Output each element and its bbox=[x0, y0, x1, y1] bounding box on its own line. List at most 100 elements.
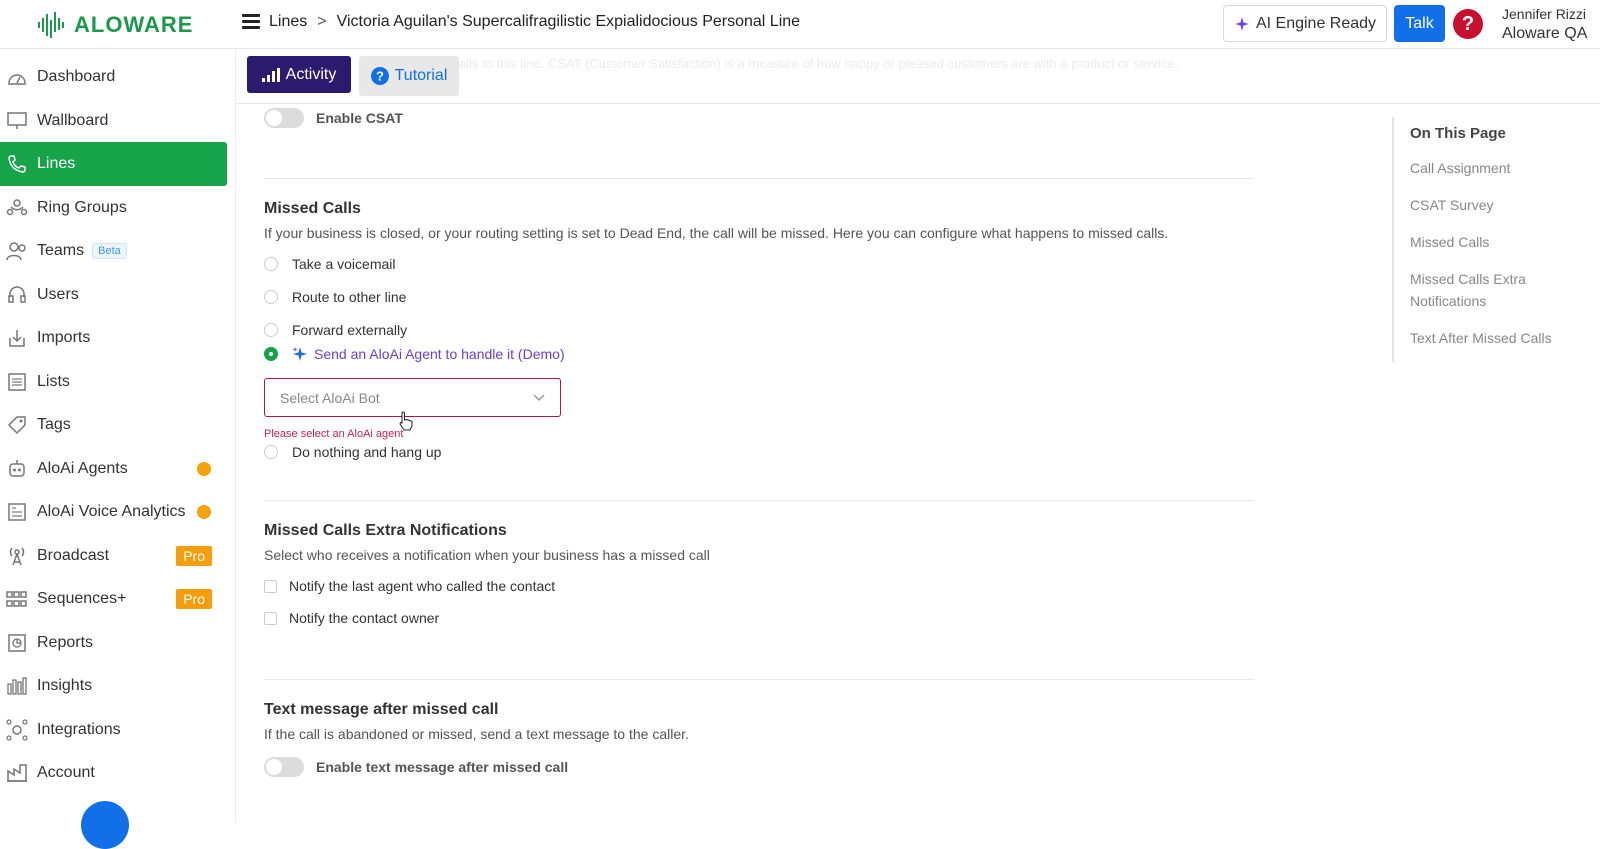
sidebar-item-lines[interactable]: Lines bbox=[0, 142, 227, 186]
tag-icon bbox=[6, 414, 28, 436]
tutorial-label: Tutorial bbox=[394, 67, 448, 84]
sidebar-item-label: Sequences+ bbox=[37, 590, 127, 607]
tutorial-button[interactable]: ? Tutorial bbox=[359, 56, 459, 96]
breadcrumb-separator: > bbox=[317, 13, 327, 30]
toc-link-csat-survey[interactable]: CSAT Survey bbox=[1410, 194, 1592, 216]
text-after-description: If the call is abandoned or missed, send… bbox=[264, 726, 689, 742]
notify-contact-owner-option[interactable]: Notify the contact owner bbox=[264, 610, 439, 626]
sidebar-item-label: Imports bbox=[37, 329, 91, 346]
insights-icon bbox=[6, 675, 28, 697]
dashboard-icon bbox=[6, 66, 28, 88]
robot-icon bbox=[6, 458, 28, 480]
user-menu[interactable]: Jennifer Rizzi Aloware QA bbox=[1502, 5, 1587, 43]
toc-link-text-after[interactable]: Text After Missed Calls bbox=[1410, 327, 1592, 349]
missed-option-aloai-agent[interactable]: Send an AloAi Agent to handle it (Demo) bbox=[264, 346, 565, 362]
beta-badge: Beta bbox=[92, 243, 127, 259]
checkbox-label: Notify the contact owner bbox=[289, 610, 440, 626]
toc-title: On This Page bbox=[1410, 125, 1506, 142]
sidebar-item-label: Ring Groups bbox=[37, 199, 127, 216]
svg-text:?: ? bbox=[376, 69, 384, 84]
sidebar-item-wallboard[interactable]: Wallboard bbox=[0, 99, 227, 143]
missed-option-forward[interactable]: Forward externally bbox=[264, 322, 407, 338]
sidebar-item-label: Lists bbox=[37, 373, 70, 390]
checkbox[interactable] bbox=[264, 579, 277, 593]
pro-badge: Pro bbox=[176, 589, 212, 609]
phone-icon bbox=[6, 153, 28, 175]
sidebar-item-label: Lines bbox=[37, 155, 76, 172]
sidebar-item-insights[interactable]: Insights bbox=[0, 664, 227, 708]
integrations-icon bbox=[6, 719, 28, 741]
talk-button[interactable]: Talk bbox=[1394, 5, 1445, 42]
sidebar-item-aloai-voice-analytics[interactable]: AloAi Voice Analytics bbox=[0, 490, 227, 534]
ai-engine-button[interactable]: AI Engine Ready bbox=[1223, 5, 1387, 42]
sidebar-item-label: AloAi Voice Analytics bbox=[37, 503, 186, 520]
sidebar-item-broadcast[interactable]: Broadcast Pro bbox=[0, 534, 227, 578]
broadcast-icon bbox=[6, 545, 28, 567]
radio-button[interactable] bbox=[264, 257, 278, 271]
extra-notifications-description: Select who receives a notification when … bbox=[264, 547, 710, 563]
radio-button-selected[interactable] bbox=[264, 347, 278, 361]
menu-icon[interactable] bbox=[242, 14, 260, 30]
sidebar-item-integrations[interactable]: Integrations bbox=[0, 708, 227, 752]
sidebar-item-label: Account bbox=[37, 764, 95, 781]
checkbox-label: Notify the last agent who called the con… bbox=[289, 578, 556, 594]
toc-link-missed-calls[interactable]: Missed Calls bbox=[1410, 231, 1592, 253]
sidebar-item-label: Insights bbox=[37, 677, 93, 694]
sidebar-item-sequences[interactable]: Sequences+ Pro bbox=[0, 577, 227, 621]
missed-option-voicemail[interactable]: Take a voicemail bbox=[264, 256, 396, 272]
sidebar-item-label: Integrations bbox=[37, 721, 121, 738]
report-icon bbox=[6, 632, 28, 654]
toc-link-missed-calls-extra[interactable]: Missed Calls Extra Notifications bbox=[1410, 268, 1580, 312]
sidebar-item-dashboard[interactable]: Dashboard bbox=[0, 55, 227, 99]
radio-button[interactable] bbox=[264, 290, 278, 304]
top-bar: ALOWARE Lines > Victoria Aguilan's Super… bbox=[0, 0, 1600, 49]
sidebar-item-account[interactable]: Account bbox=[0, 751, 227, 795]
csat-toggle[interactable] bbox=[264, 108, 304, 128]
missed-option-hang-up[interactable]: Do nothing and hang up bbox=[264, 444, 441, 460]
sidebar-item-ring-groups[interactable]: Ring Groups bbox=[0, 186, 227, 230]
option-label: Route to other line bbox=[292, 289, 407, 305]
validation-error: Please select an AloAi agent bbox=[264, 428, 404, 440]
ring-group-icon bbox=[6, 197, 28, 219]
chat-widget-button[interactable] bbox=[81, 801, 129, 849]
missed-calls-title: Missed Calls bbox=[264, 200, 361, 217]
on-this-page-nav: On This Page Call Assignment CSAT Survey… bbox=[1392, 117, 1592, 362]
breadcrumb-lines[interactable]: Lines bbox=[269, 13, 307, 31]
sparkle-icon bbox=[292, 347, 307, 361]
sidebar-item-teams[interactable]: Teams Beta bbox=[0, 229, 227, 273]
account-icon bbox=[6, 762, 28, 784]
radio-button[interactable] bbox=[264, 445, 278, 459]
activity-button[interactable]: Activity bbox=[247, 56, 351, 93]
sidebar-item-aloai-agents[interactable]: AloAi Agents bbox=[0, 447, 227, 491]
notify-last-agent-option[interactable]: Notify the last agent who called the con… bbox=[264, 578, 555, 594]
sidebar-item-label: Wallboard bbox=[37, 112, 109, 129]
aloware-logo[interactable]: ALOWARE bbox=[38, 12, 193, 38]
ai-engine-label: AI Engine Ready bbox=[1255, 14, 1377, 32]
text-after-toggle-label: Enable text message after missed call bbox=[316, 759, 569, 775]
sidebar-item-lists[interactable]: Lists bbox=[0, 360, 227, 404]
help-icon[interactable]: ? bbox=[1453, 9, 1483, 39]
import-icon bbox=[6, 327, 28, 349]
toc-link-call-assignment[interactable]: Call Assignment bbox=[1410, 157, 1592, 179]
monitor-icon bbox=[6, 110, 28, 132]
checkbox[interactable] bbox=[264, 611, 277, 625]
hand-cursor-icon bbox=[399, 411, 413, 431]
sidebar-item-tags[interactable]: Tags bbox=[0, 403, 227, 447]
headset-icon bbox=[6, 284, 28, 306]
text-after-toggle[interactable] bbox=[264, 757, 304, 777]
sidebar-item-users[interactable]: Users bbox=[0, 273, 227, 317]
activity-label: Activity bbox=[285, 65, 337, 83]
sidebar-item-label: Broadcast bbox=[37, 547, 110, 564]
section-divider bbox=[264, 679, 1254, 680]
sidebar-item-label: AloAi Agents bbox=[37, 460, 128, 477]
missed-option-route[interactable]: Route to other line bbox=[264, 289, 406, 305]
section-divider bbox=[264, 178, 1254, 179]
radio-button[interactable] bbox=[264, 323, 278, 337]
section-divider bbox=[264, 500, 1254, 501]
sidebar-item-label: Dashboard bbox=[37, 68, 116, 85]
logo-waveform-icon bbox=[38, 12, 64, 38]
sidebar: Dashboard Wallboard Lines Ring Groups Te… bbox=[0, 49, 236, 823]
status-dot bbox=[197, 505, 211, 519]
sidebar-item-reports[interactable]: Reports bbox=[0, 621, 227, 665]
sidebar-item-imports[interactable]: Imports bbox=[0, 316, 227, 360]
